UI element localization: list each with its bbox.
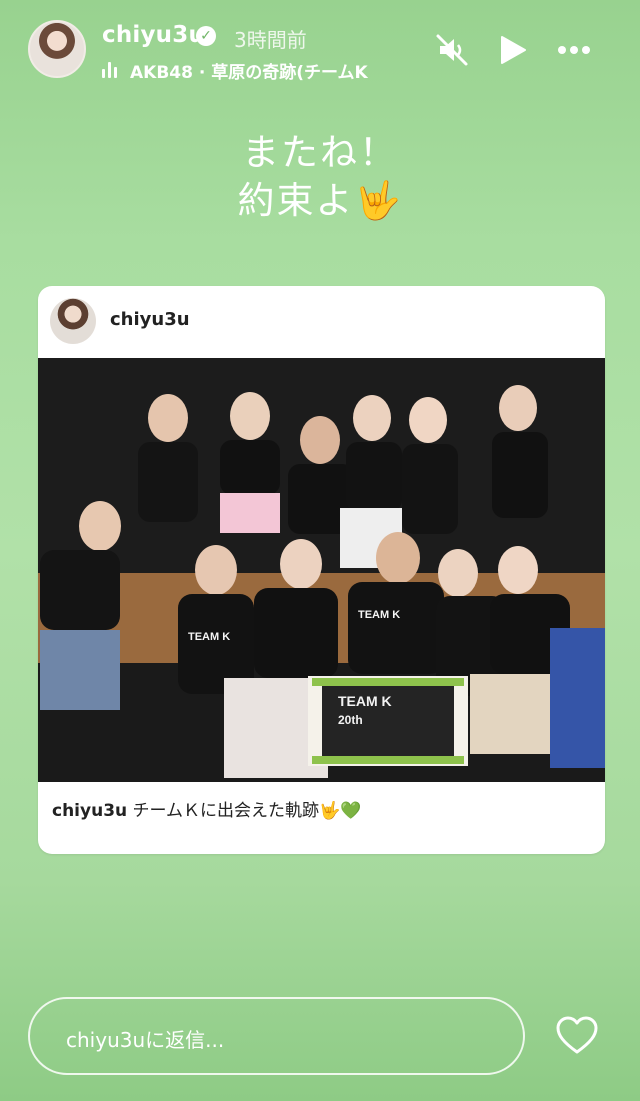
story-username[interactable]: chiyu3u (102, 22, 205, 48)
verified-badge-icon: ✓ (196, 26, 216, 46)
carousel-icon (561, 376, 587, 402)
svg-text:20th: 20th (338, 713, 363, 727)
shared-post-card[interactable]: chiyu3u TEAM K 20th TEAM K TEAM K chiyu3… (38, 286, 605, 854)
story-text-line-1: またね！ (242, 131, 398, 174)
speaker-muted-icon[interactable] (434, 32, 470, 68)
post-author-username: chiyu3u (110, 309, 190, 330)
post-photo[interactable]: TEAM K 20th TEAM K TEAM K (38, 358, 605, 782)
profile-avatar[interactable] (28, 20, 86, 78)
reply-input[interactable]: chiyu3uに返信... (28, 997, 525, 1075)
music-track[interactable]: AKB48 · 草原の奇跡(チームK (130, 58, 368, 83)
story-text-line-2: 約束よ🤟 (237, 179, 403, 222)
caption-username: chiyu3u (52, 801, 128, 821)
shirt-text: TEAM K (188, 631, 230, 643)
post-author-avatar (50, 298, 96, 344)
story-timestamp: 3時間前 (234, 28, 307, 52)
play-icon[interactable] (494, 32, 530, 68)
heart-icon[interactable] (555, 1016, 599, 1056)
more-dots-icon[interactable] (556, 32, 592, 68)
music-bars-icon (102, 62, 120, 78)
post-caption: chiyu3u チームＫに出会えた軌跡🤟💚 (52, 796, 361, 821)
reply-placeholder: chiyu3uに返信... (66, 1028, 225, 1052)
svg-text:TEAM K: TEAM K (358, 609, 400, 621)
caption-text: チームＫに出会えた軌跡🤟💚 (132, 801, 362, 821)
story-header: chiyu3u ✓ 3時間前 AKB48 · 草原の奇跡(チームK (0, 0, 640, 100)
svg-text:TEAM K: TEAM K (338, 693, 392, 709)
group-photo-illustration: TEAM K 20th TEAM K TEAM K (38, 358, 605, 782)
anniversary-cake: TEAM K 20th (308, 676, 468, 766)
